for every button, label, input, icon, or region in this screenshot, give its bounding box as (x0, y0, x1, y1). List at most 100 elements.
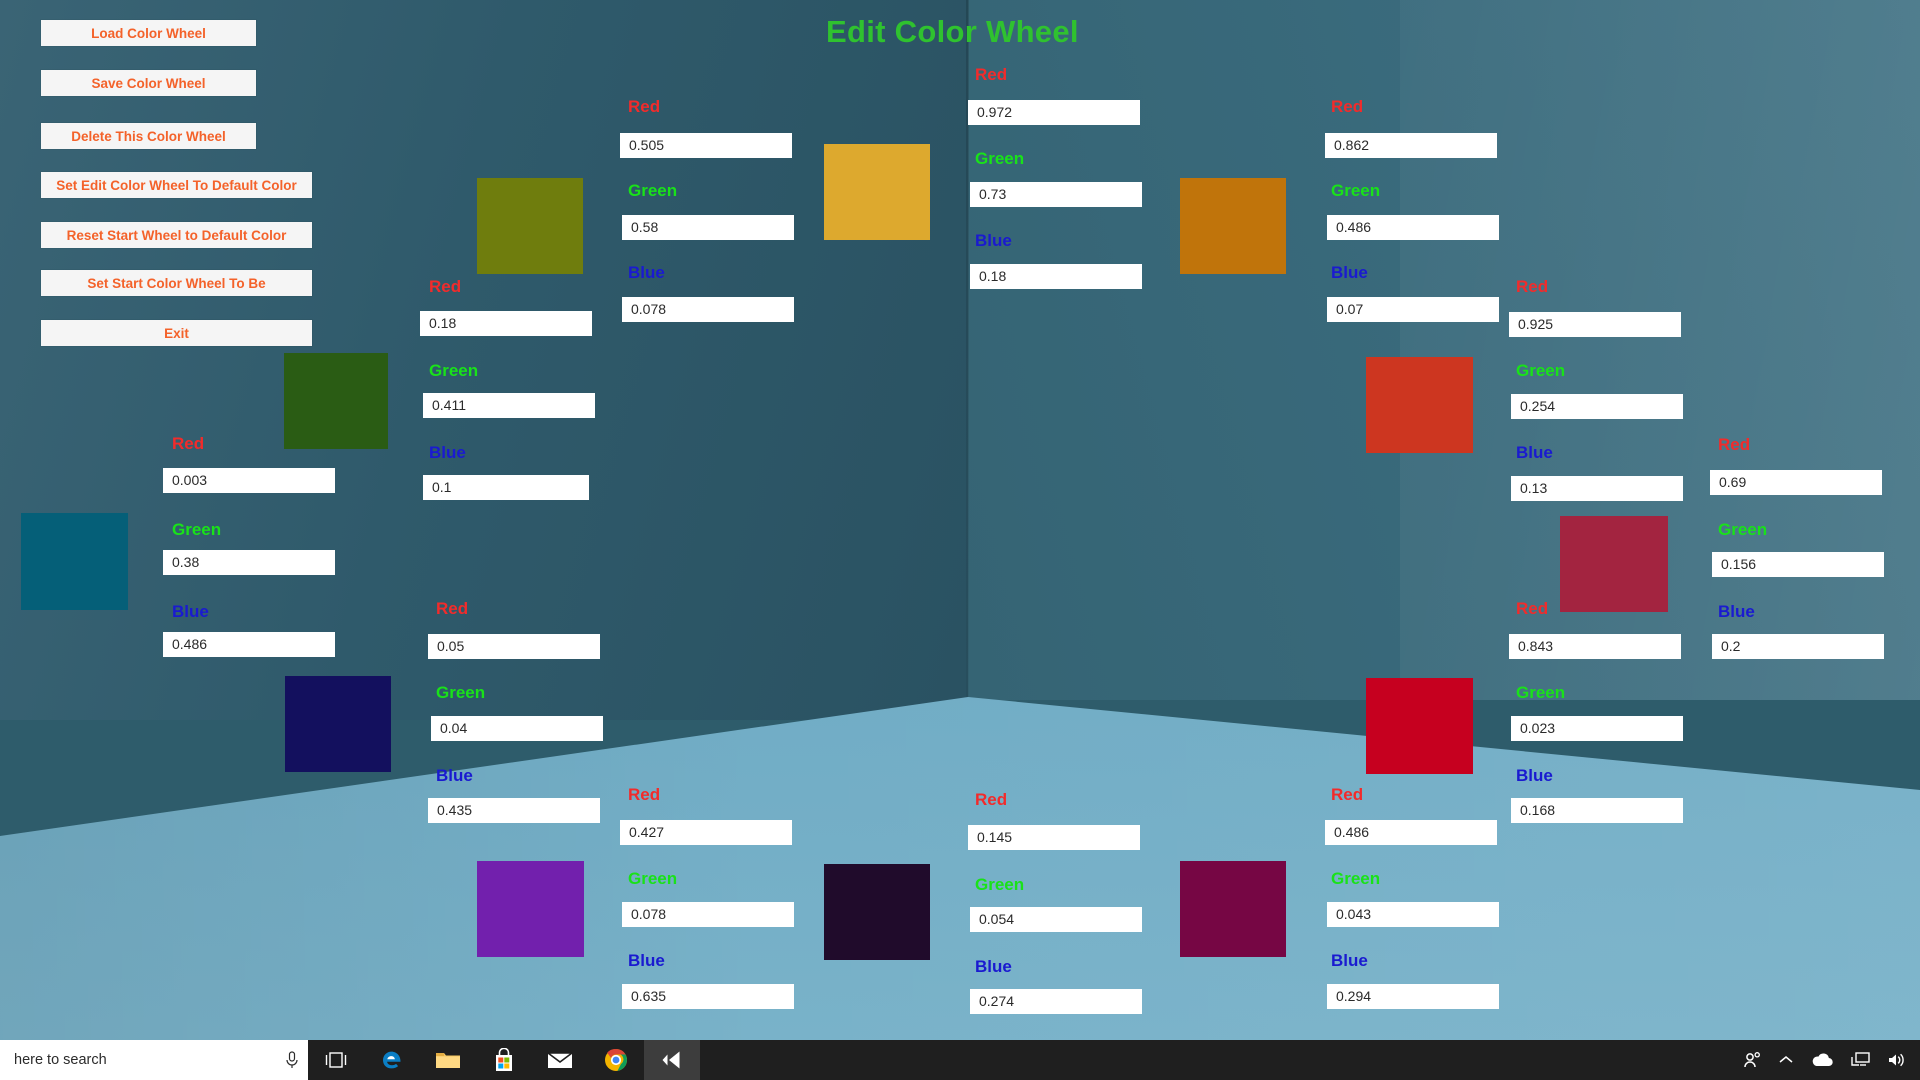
unity-icon[interactable] (644, 1040, 700, 1080)
blue-channel-label: Blue (429, 443, 466, 462)
green-channel-input[interactable] (622, 215, 794, 240)
blue-channel-input[interactable] (1511, 476, 1683, 501)
blue-channel-input[interactable] (970, 264, 1142, 289)
green-channel-label: Green (172, 520, 222, 539)
green-channel-label: Green (975, 875, 1025, 894)
green-channel-input[interactable] (970, 907, 1142, 932)
color-swatch (1180, 178, 1286, 274)
red-channel-input[interactable] (420, 311, 592, 336)
task-view-icon[interactable] (308, 1040, 364, 1080)
button-set-edit-color-wheel-to-default-color[interactable]: Set Edit Color Wheel To Default Color (41, 172, 312, 198)
color-swatch (285, 676, 391, 772)
blue-channel-input[interactable] (970, 989, 1142, 1014)
mail-icon[interactable] (532, 1040, 588, 1080)
green-channel-input[interactable] (431, 716, 603, 741)
blue-channel-label: Blue (436, 766, 473, 785)
button-set-start-color-wheel-to-be[interactable]: Set Start Color Wheel To Be (41, 270, 312, 296)
chrome-icon[interactable] (588, 1040, 644, 1080)
red-channel-input[interactable] (1509, 312, 1681, 337)
people-icon[interactable] (1742, 1050, 1762, 1070)
red-channel-input[interactable] (620, 820, 792, 845)
color-swatch (1180, 861, 1286, 957)
red-channel-input[interactable] (1325, 133, 1497, 158)
volume-icon[interactable] (1886, 1051, 1906, 1069)
color-swatch (824, 864, 930, 960)
green-channel-label: Green (975, 149, 1025, 168)
button-exit[interactable]: Exit (41, 320, 312, 346)
system-tray (1742, 1040, 1920, 1080)
blue-channel-label: Blue (1516, 766, 1553, 785)
blue-channel-input[interactable] (622, 297, 794, 322)
color-swatch (284, 353, 388, 449)
button-delete-this-color-wheel[interactable]: Delete This Color Wheel (41, 123, 256, 149)
blue-channel-input[interactable] (428, 798, 600, 823)
blue-channel-input[interactable] (1327, 984, 1499, 1009)
red-channel-input[interactable] (620, 133, 792, 158)
red-channel-label: Red (1516, 599, 1549, 618)
button-save-color-wheel[interactable]: Save Color Wheel (41, 70, 256, 96)
microphone-icon[interactable] (284, 1051, 300, 1069)
search-box[interactable]: here to search (0, 1040, 308, 1080)
green-channel-input[interactable] (1511, 394, 1683, 419)
windows-taskbar: here to search (0, 1040, 1920, 1080)
green-channel-input[interactable] (1327, 215, 1499, 240)
onedrive-icon[interactable] (1810, 1052, 1834, 1068)
red-channel-label: Red (975, 790, 1008, 809)
blue-channel-label: Blue (1331, 263, 1368, 282)
red-channel-label: Red (1718, 435, 1751, 454)
green-channel-label: Green (628, 181, 678, 200)
red-channel-input[interactable] (428, 634, 600, 659)
search-input[interactable]: here to search (14, 1052, 284, 1068)
blue-channel-label: Blue (1718, 602, 1755, 621)
color-swatch (824, 144, 930, 240)
blue-channel-label: Blue (172, 602, 209, 621)
red-channel-input[interactable] (163, 468, 335, 493)
green-channel-label: Green (1516, 683, 1566, 702)
red-channel-input[interactable] (968, 825, 1140, 850)
blue-channel-input[interactable] (1712, 634, 1884, 659)
color-wheel-editor: Edit Color Wheel Load Color Wheel Save Co… (0, 0, 1920, 1040)
green-channel-label: Green (429, 361, 479, 380)
color-swatch (1366, 678, 1473, 774)
green-channel-input[interactable] (622, 902, 794, 927)
blue-channel-label: Blue (975, 231, 1012, 250)
file-explorer-icon[interactable] (420, 1040, 476, 1080)
color-swatch (1366, 357, 1473, 453)
green-channel-label: Green (1516, 361, 1566, 380)
button-load-color-wheel[interactable]: Load Color Wheel (41, 20, 256, 46)
blue-channel-input[interactable] (622, 984, 794, 1009)
green-channel-label: Green (628, 869, 678, 888)
microsoft-store-icon[interactable] (476, 1040, 532, 1080)
green-channel-label: Green (1718, 520, 1768, 539)
red-channel-input[interactable] (968, 100, 1140, 125)
blue-channel-label: Blue (1331, 951, 1368, 970)
color-swatch (477, 861, 584, 957)
green-channel-input[interactable] (1327, 902, 1499, 927)
blue-channel-label: Blue (628, 263, 665, 282)
red-channel-label: Red (628, 785, 661, 804)
button-reset-start-wheel-to-default-color[interactable]: Reset Start Wheel to Default Color (41, 222, 312, 248)
blue-channel-input[interactable] (1511, 798, 1683, 823)
blue-channel-input[interactable] (1327, 297, 1499, 322)
green-channel-input[interactable] (163, 550, 335, 575)
red-channel-label: Red (975, 65, 1008, 84)
green-channel-input[interactable] (1511, 716, 1683, 741)
edge-icon[interactable] (364, 1040, 420, 1080)
color-swatch (477, 178, 583, 274)
red-channel-input[interactable] (1710, 470, 1882, 495)
green-channel-label: Green (436, 683, 486, 702)
blue-channel-input[interactable] (163, 632, 335, 657)
network-icon[interactable] (1850, 1051, 1870, 1069)
blue-channel-label: Blue (628, 951, 665, 970)
red-channel-label: Red (172, 434, 205, 453)
color-swatch (21, 513, 128, 610)
green-channel-input[interactable] (1712, 552, 1884, 577)
blue-channel-label: Blue (1516, 443, 1553, 462)
show-hidden-icons-icon[interactable] (1778, 1054, 1794, 1066)
red-channel-input[interactable] (1509, 634, 1681, 659)
blue-channel-label: Blue (975, 957, 1012, 976)
red-channel-input[interactable] (1325, 820, 1497, 845)
green-channel-input[interactable] (423, 393, 595, 418)
green-channel-input[interactable] (970, 182, 1142, 207)
blue-channel-input[interactable] (423, 475, 589, 500)
